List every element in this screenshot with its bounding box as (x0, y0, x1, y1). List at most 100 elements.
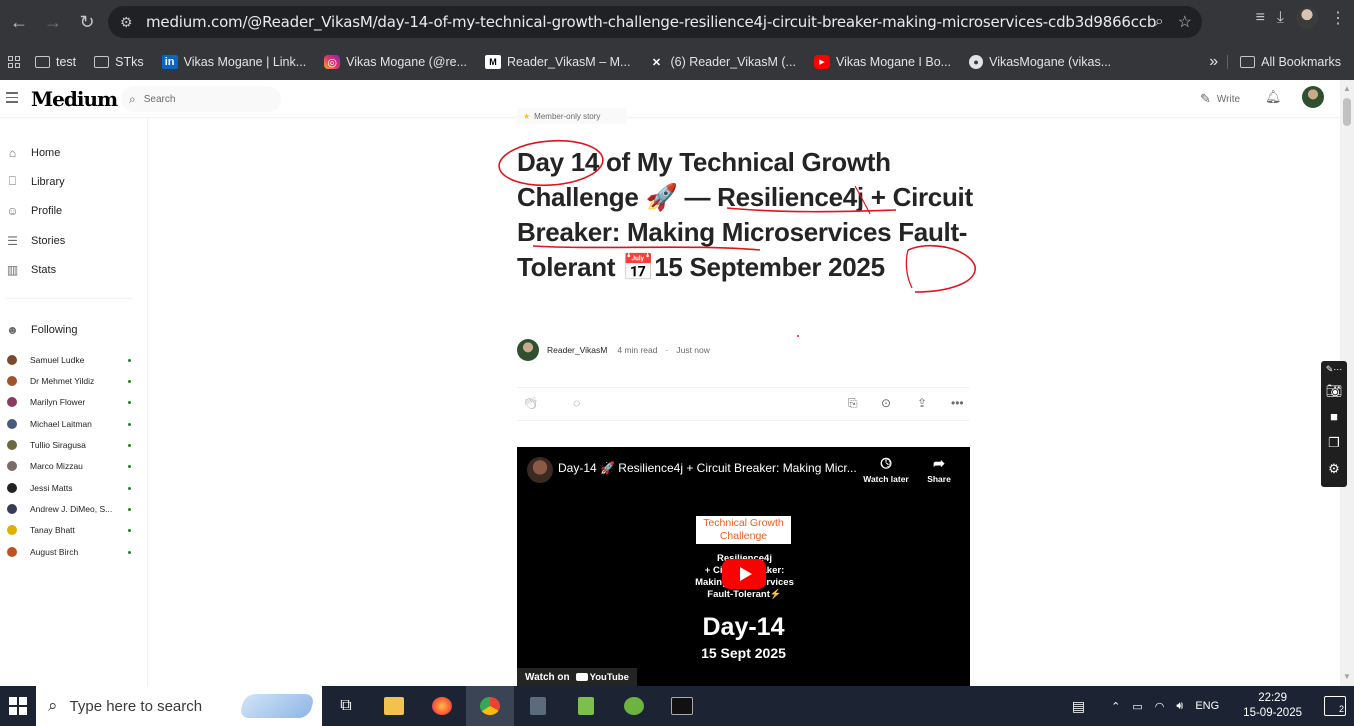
avatar (7, 355, 17, 365)
clock-icon: 🕓︎ (880, 455, 892, 471)
url-text[interactable]: medium.com/@Reader_VikasM/day-14-of-my-t… (146, 13, 1156, 31)
sidebar-item-home[interactable]: ⌂ Home (6, 146, 60, 160)
bookmark-x[interactable]: ✕ (6) Reader_VikasM (... (639, 55, 805, 69)
scroll-up-arrow-icon[interactable]: ▲ (1343, 84, 1351, 93)
rocket-emoji: 🚀 (645, 182, 678, 212)
menu-icon[interactable] (6, 92, 18, 106)
terminal-icon[interactable] (658, 686, 706, 726)
following-item[interactable]: Samuel Ludke (7, 355, 131, 365)
video-share-button[interactable]: ➦ Share (911, 455, 967, 484)
following-item[interactable]: Tullio Siragusa (7, 440, 131, 450)
language-indicator[interactable]: ENG (1195, 700, 1219, 712)
bookmark-stks[interactable]: STks (85, 55, 152, 69)
battery-icon[interactable]: ▭ (1132, 700, 1142, 713)
sidebar-item-stories[interactable]: ☰ Stories (6, 234, 65, 248)
following-item[interactable]: Michael Laitman (7, 419, 131, 429)
comment-icon[interactable]: ◌ (573, 396, 580, 410)
bookmark-instagram[interactable]: ◎ Vikas Mogane (@re... (315, 55, 476, 69)
medium-logo[interactable]: Medium (31, 87, 118, 111)
bookmark-linkedin[interactable]: in Vikas Mogane | Link... (153, 55, 316, 69)
scroll-down-arrow-icon[interactable]: ▼ (1343, 672, 1351, 681)
sidebar-item-library[interactable]: ⎕ Library (6, 174, 65, 188)
save-bookmark-icon[interactable]: ⎘ (848, 396, 858, 411)
play-button[interactable] (722, 559, 766, 589)
reload-icon[interactable]: ↻ (72, 7, 102, 37)
news-widget-icon[interactable]: ▤ (1072, 698, 1085, 715)
scrollbar-thumb[interactable] (1343, 98, 1351, 126)
downloads-icon[interactable]: ⤓ (1277, 9, 1284, 27)
following-item[interactable]: Andrew J. DiMeo, S... (7, 504, 131, 514)
video-camera-icon[interactable]: ■ (1330, 407, 1338, 427)
search-input[interactable]: ⌕ Search (121, 86, 281, 112)
tray-overflow-icon[interactable]: ⌃ (1111, 700, 1120, 713)
site-settings-icon[interactable]: ⚙ (120, 14, 146, 31)
back-arrow-icon[interactable]: ← (4, 7, 34, 37)
avatar (7, 504, 17, 514)
author-name[interactable]: Reader_VikasM (547, 345, 607, 355)
task-view-icon[interactable]: ⧉ (322, 686, 370, 726)
firefox-icon[interactable] (418, 686, 466, 726)
notepad-icon[interactable] (562, 686, 610, 726)
notifications-bell-icon[interactable]: 🔔︎ (1265, 89, 1282, 105)
chrome-icon[interactable] (466, 686, 514, 726)
sidebar-item-profile[interactable]: ☺ Profile (6, 203, 62, 218)
watch-on-youtube-button[interactable]: Watch on YouTube (517, 668, 637, 686)
bookmark-star-icon[interactable]: ☆ (1178, 12, 1192, 32)
following-item[interactable]: Jessi Matts (7, 483, 131, 493)
following-icon: ☻ (6, 322, 19, 337)
more-options-icon[interactable]: ••• (951, 396, 964, 410)
following-item[interactable]: Marilyn Flower (7, 397, 131, 407)
share-arrow-icon: ➦ (933, 455, 945, 471)
apps-grid-icon[interactable] (8, 56, 20, 68)
start-button[interactable] (0, 686, 36, 726)
avatar (7, 461, 17, 471)
system-tray: ▤ ⌃ ▭ ◠ 🔊︎ ENG 22:29 15-09-2025 2 (1072, 686, 1354, 726)
more-bookmarks-button[interactable]: » (1200, 53, 1227, 71)
youtube-embed[interactable]: Day-14 🚀 Resilience4j + Circuit Breaker:… (517, 447, 970, 686)
read-time: 4 min read (617, 345, 658, 355)
clap-icon[interactable]: 👏︎ (523, 396, 538, 410)
folder-icon (94, 56, 110, 68)
chrome-menu-icon[interactable]: ⋮ (1330, 8, 1346, 28)
channel-avatar[interactable] (527, 457, 553, 483)
all-bookmarks-button[interactable]: All Bookmarks (1227, 55, 1350, 69)
spring-tool-icon[interactable] (610, 686, 658, 726)
following-item[interactable]: Marco Mizzau (7, 461, 131, 471)
bookmark-medium[interactable]: M Reader_VikasM – M... (476, 55, 639, 69)
sidebar-item-stats[interactable]: ▥ Stats (6, 263, 56, 277)
bookmark-github[interactable]: ● VikasMogane (vikas... (960, 55, 1120, 69)
taskbar-search-input[interactable]: ⌕ Type here to search (36, 686, 322, 726)
camera-icon[interactable]: 📷︎ (1326, 381, 1343, 401)
bookmark-test[interactable]: test (26, 55, 85, 69)
windows-icon[interactable]: ❐ (1328, 433, 1340, 453)
calendar-emoji: 📅 (622, 252, 655, 282)
notification-center-icon[interactable]: 2 (1324, 696, 1346, 716)
watch-later-button[interactable]: 🕓︎ Watch later (858, 455, 914, 484)
author-avatar[interactable] (517, 339, 539, 361)
zoom-icon[interactable]: ⌕ (1155, 13, 1164, 31)
video-title[interactable]: Day-14 🚀 Resilience4j + Circuit Breaker:… (558, 461, 858, 475)
wifi-icon[interactable]: ◠ (1155, 700, 1165, 713)
instagram-icon: ◎ (324, 55, 341, 69)
address-bar[interactable]: ⚙ medium.com/@Reader_VikasM/day-14-of-my… (108, 6, 1202, 38)
chrome-profile-avatar[interactable] (1296, 7, 1318, 29)
following-item[interactable]: Tanay Bhatt (7, 525, 131, 535)
sidebar-item-following[interactable]: ☻ Following (6, 322, 77, 337)
volume-icon[interactable]: 🔊︎ (1176, 700, 1183, 713)
media-control-icon[interactable]: ≡ (1256, 9, 1265, 27)
settings-gear-icon[interactable]: ⚙ (1328, 459, 1340, 479)
system-clock[interactable]: 22:29 15-09-2025 (1243, 691, 1302, 721)
share-icon[interactable]: ⇪ (917, 396, 927, 410)
following-item[interactable]: August Birch (7, 547, 131, 557)
medium-icon: M (485, 55, 502, 69)
tool-more-icon[interactable]: ✎⋯ (1326, 363, 1343, 375)
file-explorer-icon[interactable] (370, 686, 418, 726)
bookmark-youtube[interactable]: ▶ Vikas Mogane I Bo... (805, 55, 960, 69)
write-button[interactable]: ✎ Write (1200, 91, 1240, 107)
listen-play-icon[interactable]: ⊙ (881, 396, 891, 410)
profile-icon: ☺ (6, 203, 19, 218)
forward-arrow-icon[interactable]: → (38, 7, 68, 37)
calculator-icon[interactable] (514, 686, 562, 726)
following-item[interactable]: Dr Mehmet Yildiz (7, 376, 131, 386)
user-avatar[interactable] (1302, 86, 1324, 108)
